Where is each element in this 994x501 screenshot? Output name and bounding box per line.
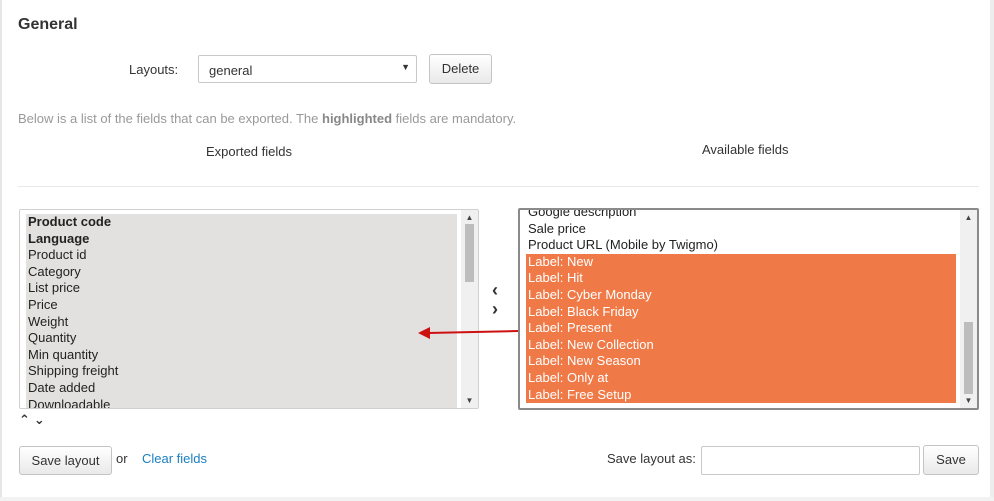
scroll-up-icon[interactable]: ▲ (960, 213, 977, 222)
list-item[interactable]: Label: Free Setup (526, 386, 956, 404)
list-item[interactable]: Google description (526, 210, 956, 221)
list-item[interactable]: Language (26, 231, 457, 248)
move-controls: ‹ › (490, 280, 506, 320)
list-item[interactable]: Price (26, 297, 457, 314)
available-fields-scrollbar[interactable]: ▲ ▼ (960, 210, 977, 408)
sort-controls: ⌃ ⌄ (19, 412, 49, 428)
chevron-up-icon[interactable]: ⌃ (19, 412, 30, 427)
save-layout-as-label: Save layout as: (607, 451, 696, 466)
list-item[interactable]: Label: New Collection (526, 336, 956, 354)
divider (18, 186, 979, 187)
list-item[interactable]: List price (26, 280, 457, 297)
help-text-after: fields are mandatory. (392, 111, 517, 126)
scroll-down-icon[interactable]: ▼ (960, 396, 977, 405)
list-item[interactable]: Downloadable (26, 397, 457, 408)
list-item[interactable]: Category (26, 264, 457, 281)
list-item[interactable]: Weight (26, 314, 457, 331)
available-fields-list[interactable]: Google description Sale price Product URL … (518, 208, 979, 410)
layouts-select[interactable]: general ▼ (198, 55, 417, 83)
section-title: General (18, 16, 78, 33)
left-border (0, 0, 2, 501)
dropdown-caret-icon: ▼ (401, 62, 410, 72)
list-item[interactable]: Quantity (26, 330, 457, 347)
available-fields-title: Available fields (702, 142, 789, 157)
list-item[interactable]: Sale price (526, 221, 956, 238)
save-button[interactable]: Save (923, 445, 979, 475)
bottom-border (0, 497, 994, 501)
export-page: General Layouts: general ▼ Delete Below … (0, 0, 994, 501)
annotation-arrow-icon (418, 327, 519, 339)
exported-fields-scrollbar[interactable]: ▲ ▼ (461, 210, 478, 408)
chevron-down-icon[interactable]: ⌄ (34, 412, 45, 427)
list-item[interactable]: Label: Black Friday (526, 303, 956, 321)
exported-fields-items: Product code Language Product id Category Li… (26, 214, 457, 408)
help-text-highlight: highlighted (322, 111, 393, 126)
scroll-up-icon[interactable]: ▲ (461, 213, 478, 222)
available-fields-items: Google description Sale price Product URL … (526, 210, 956, 404)
list-item[interactable]: Shipping freight (26, 363, 457, 380)
or-text: or (116, 451, 128, 466)
layouts-selected-value: general (209, 63, 253, 78)
list-item[interactable]: Label: Only at (526, 369, 956, 387)
list-item[interactable]: Label: New (526, 253, 956, 271)
delete-button[interactable]: Delete (429, 54, 492, 84)
clear-fields-link[interactable]: Clear fields (142, 451, 207, 466)
help-text-before: Below is a list of the fields that can b… (18, 111, 322, 126)
list-item[interactable]: Date added (26, 380, 457, 397)
exported-fields-list[interactable]: Product code Language Product id Category Li… (19, 209, 479, 409)
list-item[interactable]: Label: Present (526, 320, 956, 337)
list-item[interactable]: Product code (26, 214, 457, 231)
list-item[interactable]: Min quantity (26, 347, 457, 364)
scroll-thumb[interactable] (964, 322, 973, 394)
list-item[interactable]: Label: Cyber Monday (526, 286, 956, 304)
save-layout-button[interactable]: Save layout (19, 446, 112, 475)
scroll-down-icon[interactable]: ▼ (461, 396, 478, 405)
layouts-label: Layouts: (129, 62, 179, 77)
exported-fields-title: Exported fields (206, 144, 292, 159)
chevron-left-icon[interactable]: ‹ (492, 280, 498, 301)
help-text: Below is a list of the fields that can b… (18, 111, 516, 126)
list-item[interactable]: Label: New Season (526, 353, 956, 370)
save-layout-as-input[interactable] (701, 446, 920, 475)
right-border (990, 0, 994, 501)
scroll-thumb[interactable] (465, 224, 474, 282)
list-item[interactable]: Label: Hit (526, 270, 956, 287)
list-item[interactable]: Product URL (Mobile by Twigmo) (526, 237, 956, 254)
list-item[interactable]: Product id (26, 247, 457, 264)
chevron-right-icon[interactable]: › (492, 299, 498, 320)
